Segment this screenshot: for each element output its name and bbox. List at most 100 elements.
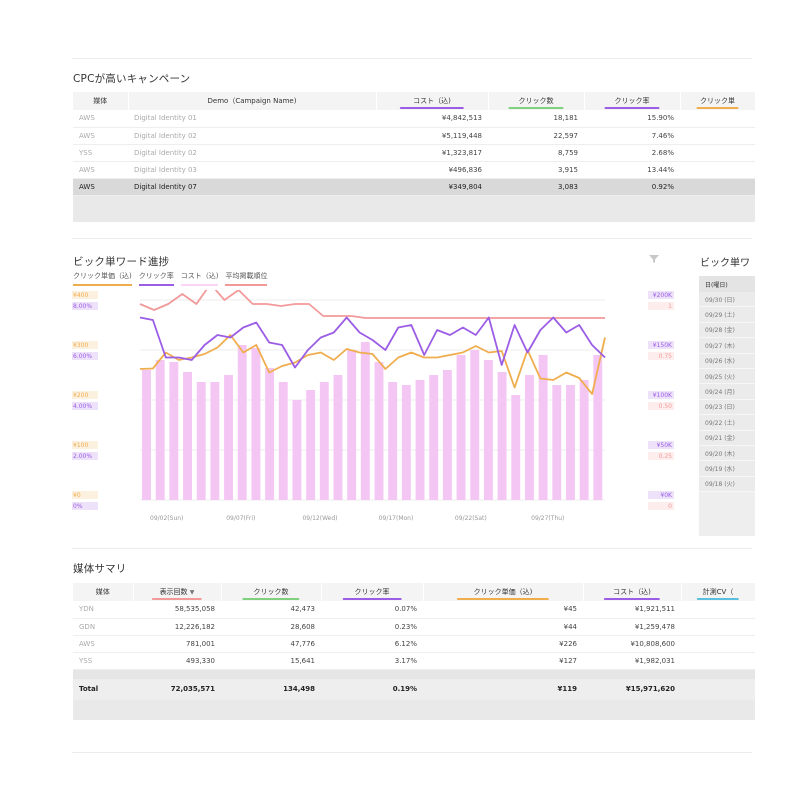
legend-cost[interactable]: コスト（込) bbox=[180, 271, 219, 286]
cell-impressions: 58,535,058 bbox=[133, 601, 221, 619]
cell-campaign: Digital Identity 01 bbox=[128, 110, 376, 128]
cost-bar bbox=[306, 390, 316, 500]
col-ctr[interactable]: クリック率 bbox=[584, 92, 681, 110]
left-tick-cpc: ¥400 bbox=[73, 292, 88, 299]
col-cost[interactable]: コスト（込) bbox=[376, 92, 489, 110]
table-row[interactable]: YDN 58,535,058 42,473 0.07% ¥45 ¥1,921,5… bbox=[73, 601, 755, 619]
table-row[interactable]: YSS 493,330 15,641 3.17% ¥127 ¥1,982,031 bbox=[73, 652, 755, 670]
cell-cpc: ¥226 bbox=[423, 635, 583, 653]
cell-clicks: 15,641 bbox=[221, 652, 321, 670]
cell-cpc bbox=[680, 144, 755, 162]
col-cv[interactable]: 計測CV（ bbox=[681, 583, 756, 601]
campaign-table: 媒体 Demo（Campaign Name) コスト（込) クリック数 クリック… bbox=[73, 92, 756, 196]
cell-clicks: 47,776 bbox=[221, 635, 321, 653]
cell-total-cpc: ¥119 bbox=[423, 679, 583, 700]
rank-line bbox=[139, 290, 605, 319]
table-row[interactable]: AWS Digital Identity 02 ¥5,119,448 22,59… bbox=[73, 127, 755, 145]
list-item[interactable]: 09/20 (木) bbox=[699, 445, 755, 462]
col-cpc[interactable]: クリック単価（込) bbox=[423, 583, 584, 601]
sort-desc-icon[interactable]: ▼ bbox=[190, 589, 195, 596]
top-divider bbox=[72, 58, 752, 59]
cell-cpc bbox=[680, 161, 755, 179]
cell-clicks: 3,915 bbox=[488, 161, 584, 179]
mid-divider bbox=[72, 238, 752, 239]
cost-bar bbox=[442, 370, 452, 500]
cell-impressions: 493,330 bbox=[133, 652, 221, 670]
bottom-divider bbox=[72, 752, 752, 753]
cell-ctr: 0.07% bbox=[321, 601, 423, 619]
cost-bar bbox=[347, 350, 357, 500]
filter-icon[interactable] bbox=[648, 254, 660, 264]
cell-media: GDN bbox=[73, 618, 133, 636]
col-clicks[interactable]: クリック数 bbox=[221, 583, 322, 601]
ctr-line bbox=[139, 316, 606, 369]
right-tick-cost: ¥150K bbox=[653, 342, 673, 349]
list-item[interactable]: 09/22 (土) bbox=[699, 415, 755, 431]
side-table-header[interactable]: 日(曜日) bbox=[699, 276, 755, 292]
col-cpc[interactable]: クリック単 bbox=[680, 92, 756, 110]
cell-ctr: 6.12% bbox=[321, 635, 423, 653]
list-item[interactable]: 09/24 (月) bbox=[699, 384, 755, 400]
cell-media: YSS bbox=[73, 652, 133, 670]
right-tick-cost: ¥100K bbox=[653, 392, 673, 399]
list-item[interactable]: 09/29 (土) bbox=[699, 307, 755, 323]
table-row[interactable]: AWS Digital Identity 03 ¥496,836 3,915 1… bbox=[73, 161, 755, 179]
right-tick-cost: ¥200K bbox=[653, 292, 673, 299]
cost-bar bbox=[579, 380, 589, 500]
cost-bar bbox=[142, 370, 151, 500]
col-ctr[interactable]: クリック率 bbox=[321, 583, 424, 601]
legend-cpc[interactable]: クリック単価（込) bbox=[73, 271, 132, 286]
col-cost[interactable]: コスト（込) bbox=[583, 583, 682, 601]
legend-rank[interactable]: 平均掲載順位 bbox=[225, 271, 268, 286]
media-summary-table: 媒体 表示回数 ▼ クリック数 クリック率 クリック単価（込) コスト（込) 計… bbox=[73, 583, 756, 700]
table-row[interactable]: AWS Digital Identity 01 ¥4,842,513 18,18… bbox=[73, 110, 755, 128]
cell-ctr: 2.68% bbox=[584, 144, 680, 162]
list-item[interactable]: 09/28 (金) bbox=[699, 322, 755, 339]
list-item[interactable]: 09/23 (日) bbox=[699, 399, 755, 416]
x-tick-label: 09/27(Thu) bbox=[531, 515, 564, 522]
campaign-table-header: 媒体 Demo（Campaign Name) コスト（込) クリック数 クリック… bbox=[73, 92, 756, 110]
list-item[interactable]: 09/27 (木) bbox=[699, 338, 755, 354]
cell-cv bbox=[681, 635, 755, 653]
cost-bar bbox=[483, 360, 493, 500]
cell-clicks: 22,597 bbox=[488, 127, 584, 145]
cell-cpc: ¥45 bbox=[423, 601, 583, 619]
col-impressions[interactable]: 表示回数 ▼ bbox=[133, 583, 222, 601]
chart-legend: クリック単価（込) クリック率 コスト（込) 平均掲載順位 bbox=[73, 271, 268, 286]
list-item[interactable]: 09/25 (火) bbox=[699, 368, 755, 385]
cost-underline bbox=[399, 107, 465, 109]
left-tick-ctr: 4.00% bbox=[73, 403, 92, 410]
cell-cost: ¥10,808,600 bbox=[583, 635, 681, 653]
table-row[interactable]: YSS Digital Identity 02 ¥1,323,817 8,759… bbox=[73, 144, 755, 162]
left-tick-cpc: ¥100 bbox=[73, 442, 88, 449]
cost-bar bbox=[196, 382, 206, 500]
cell-cpc: ¥127 bbox=[423, 652, 583, 670]
cost-bar bbox=[497, 372, 507, 500]
col-media[interactable]: 媒体 bbox=[73, 92, 129, 110]
campaign-table-title: CPCが高いキャンペーン bbox=[73, 73, 191, 85]
list-item[interactable]: 09/18 (火) bbox=[699, 476, 755, 493]
legend-ctr[interactable]: クリック率 bbox=[138, 271, 174, 286]
cell-ctr: 0.23% bbox=[321, 618, 423, 636]
cell-media: AWS bbox=[73, 110, 128, 128]
cost-bar bbox=[360, 342, 370, 500]
table-row-highlighted[interactable]: AWS Digital Identity 07 ¥349,804 3,083 0… bbox=[73, 178, 755, 196]
cost-bar bbox=[319, 382, 329, 500]
cell-media: AWS bbox=[73, 127, 128, 145]
cell-clicks: 28,608 bbox=[221, 618, 321, 636]
col-clicks[interactable]: クリック数 bbox=[488, 92, 585, 110]
col-campaign-name[interactable]: Demo（Campaign Name) bbox=[128, 92, 377, 110]
media-table-footer bbox=[73, 700, 755, 720]
cell-total-clicks: 134,498 bbox=[221, 679, 321, 700]
list-item[interactable]: 09/19 (水) bbox=[699, 461, 755, 477]
cell-campaign: Digital Identity 02 bbox=[128, 127, 376, 145]
col-media[interactable]: 媒体 bbox=[73, 583, 134, 601]
cpc-underline bbox=[696, 107, 739, 109]
list-item[interactable]: 09/26 (水) bbox=[699, 353, 755, 369]
cv-underline bbox=[696, 598, 740, 600]
list-item[interactable]: 09/21 (金) bbox=[699, 430, 755, 446]
chart-lines bbox=[139, 290, 606, 395]
table-row[interactable]: GDN 12,226,182 28,608 0.23% ¥44 ¥1,259,4… bbox=[73, 618, 755, 636]
table-row[interactable]: AWS 781,001 47,776 6.12% ¥226 ¥10,808,60… bbox=[73, 635, 755, 653]
list-item[interactable]: 09/30 (日) bbox=[699, 292, 755, 308]
